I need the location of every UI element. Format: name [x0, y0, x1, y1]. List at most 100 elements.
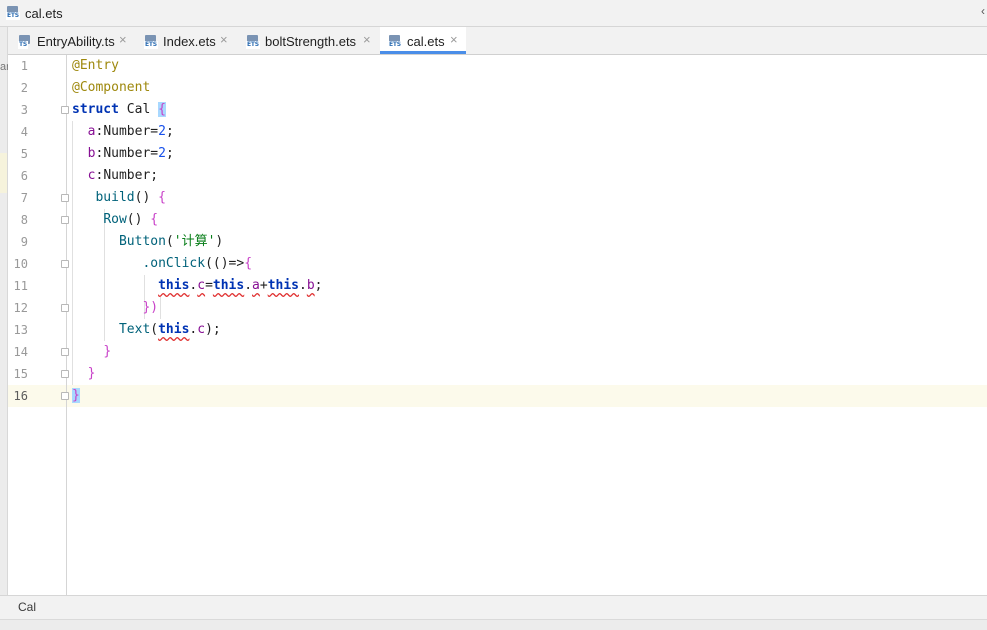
code-token: ( [150, 322, 159, 337]
fold-marker-icon[interactable] [61, 304, 69, 312]
code-token: 2 [158, 146, 166, 161]
code-token: ; [150, 168, 159, 183]
tab-cal[interactable]: ETS cal.ets × [380, 27, 466, 54]
line-number-gutter: 1 2 3 4 5 6 7 8 9 10 11 12 13 14 15 16 [8, 55, 69, 595]
fold-marker-icon[interactable] [61, 392, 69, 400]
tab-label: EntryAbility.ts [37, 34, 115, 49]
code-line[interactable]: b:Number=2; [72, 143, 174, 165]
tab-entryability[interactable]: TS EntryAbility.ts × [10, 27, 134, 54]
code-token: c [197, 322, 206, 337]
window-title: cal.ets [25, 6, 63, 21]
close-icon[interactable]: × [119, 32, 127, 47]
code-line[interactable]: }) [72, 297, 158, 319]
code-token: ) [215, 234, 224, 249]
code-line[interactable]: struct Cal { [72, 99, 166, 121]
code-token: ; [165, 124, 174, 139]
code-token: ; [165, 146, 174, 161]
fold-marker-icon[interactable] [61, 260, 69, 268]
window-menu-icon[interactable]: ‹ [981, 4, 985, 18]
code-token: Text [118, 322, 151, 337]
line-number: 10 [13, 257, 28, 271]
code-editor[interactable]: 1 2 3 4 5 6 7 8 9 10 11 12 13 14 15 16 @Entry @Component… [8, 55, 987, 595]
code-token: { [150, 212, 159, 227]
code-line[interactable]: } [72, 363, 96, 385]
code-token: c [197, 278, 206, 293]
code-token: this [267, 278, 299, 293]
line-number: 15 [13, 367, 28, 381]
code-token: } [103, 344, 112, 359]
indent-guide [160, 297, 161, 319]
code-token: } [72, 388, 80, 403]
line-number: 1 [20, 59, 28, 73]
tab-label: Index.ets [163, 34, 216, 49]
breadcrumb[interactable]: Cal [18, 600, 36, 614]
ts-file-icon: TS [18, 35, 32, 49]
tab-boltstrength[interactable]: ETS boltStrength.ets × [238, 27, 378, 54]
line-number: 2 [20, 81, 28, 95]
code-line[interactable]: a:Number=2; [72, 121, 174, 143]
ets-file-icon: ETS [246, 35, 260, 49]
code-token: { [244, 256, 253, 271]
code-line[interactable]: Row() { [72, 209, 158, 231]
close-icon[interactable]: × [220, 32, 228, 47]
title-bar: ETS cal.ets ‹ [0, 0, 987, 27]
code-token: { [158, 190, 166, 205]
code-area[interactable]: @Entry @Component struct Cal { a:Number=2;… [72, 55, 972, 595]
code-token: Number [103, 168, 151, 183]
code-token: } [87, 366, 96, 381]
line-number: 12 [13, 301, 28, 315]
code-token: b [306, 278, 315, 293]
code-line[interactable]: Button('计算') [72, 231, 223, 253]
code-token: ; [314, 278, 323, 293]
tab-label: boltStrength.ets [265, 34, 357, 49]
code-token: 2 [158, 124, 166, 139]
fold-marker-icon[interactable] [61, 106, 69, 114]
fold-marker-icon[interactable] [61, 194, 69, 202]
code-line[interactable]: this.c=this.a+this.b; [72, 275, 322, 297]
code-token: = [205, 278, 213, 293]
code-line[interactable]: @Entry [72, 55, 119, 77]
tab-index[interactable]: ETS Index.ets × [136, 27, 236, 54]
code-token: @Entry [72, 58, 119, 73]
code-token: . [299, 278, 307, 293]
code-token: () [126, 212, 151, 227]
code-token: struct [72, 102, 119, 117]
bottom-tool-bar [0, 619, 987, 630]
code-line[interactable]: build() { [72, 187, 166, 209]
code-line[interactable]: .onClick(()=>{ [72, 253, 252, 275]
code-token: = [150, 124, 159, 139]
code-token: }) [142, 300, 159, 315]
close-icon[interactable]: × [363, 32, 371, 47]
code-token: ); [205, 322, 221, 337]
close-icon[interactable]: × [450, 32, 458, 47]
fold-marker-icon[interactable] [61, 370, 69, 378]
code-token: .onClick [142, 256, 206, 271]
code-token: Cal [118, 102, 159, 117]
code-token: (()=> [205, 256, 245, 271]
code-line[interactable]: @Component [72, 77, 150, 99]
line-number: 11 [13, 279, 28, 293]
code-token: Number [103, 146, 151, 161]
code-line[interactable]: c:Number; [72, 165, 158, 187]
code-token: Row [103, 212, 127, 227]
code-token: a [252, 278, 260, 293]
code-line[interactable]: Text(this.c); [72, 319, 221, 341]
ets-file-icon: ETS [388, 35, 402, 49]
fold-marker-icon[interactable] [61, 348, 69, 356]
line-number: 3 [20, 103, 28, 117]
code-line[interactable]: } [72, 341, 111, 363]
code-token: '计算' [173, 234, 216, 249]
code-line[interactable]: } [72, 385, 80, 407]
ets-file-icon: ETS [144, 35, 158, 49]
fold-marker-icon[interactable] [61, 216, 69, 224]
